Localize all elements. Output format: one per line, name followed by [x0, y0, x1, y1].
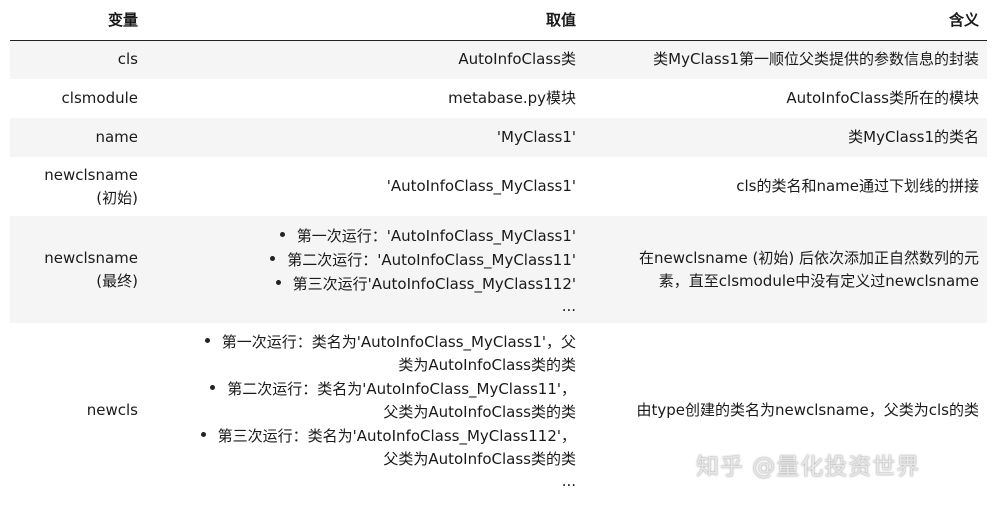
table-row: newclsname (初始) 'AutoInfoClass_MyClass1'…: [10, 157, 987, 216]
cell-value: 'MyClass1': [146, 118, 584, 157]
cell-value: 'AutoInfoClass_MyClass1': [386, 177, 576, 195]
ellipsis: ...: [561, 471, 576, 490]
list-item: 第二次运行：类名为'AutoInfoClass_MyClass11'，: [154, 377, 576, 401]
cell-meaning: cls的类名和name通过下划线的拼接: [736, 177, 979, 195]
bullet-icon: [200, 431, 206, 437]
header-var: 变量: [10, 0, 146, 41]
header-value: 取值: [146, 0, 584, 41]
cell-value: metabase.py模块: [448, 89, 576, 107]
table-row: cls AutoInfoClass类 类MyClass1第一顺位父类提供的参数信…: [10, 40, 987, 79]
var-line: (最终): [96, 271, 138, 290]
var-line: newclsname: [44, 248, 138, 267]
list-item: 第二次运行：'AutoInfoClass_MyClass11': [154, 248, 576, 272]
var-line: (初始): [96, 188, 138, 207]
list-item: 第一次运行：'AutoInfoClass_MyClass1': [154, 224, 576, 248]
cell-meaning: 类MyClass1第一顺位父类提供的参数信息的封装: [584, 40, 987, 79]
var-line: newclsname: [44, 165, 138, 184]
table-row: name 'MyClass1' 类MyClass1的类名: [10, 118, 987, 157]
cell-var: cls: [10, 40, 146, 79]
meaning-line: 在newclsname (初始) 后依次添加正自然数列的元: [638, 248, 979, 267]
table-header: 变量 取值 含义: [10, 0, 987, 41]
list-item-continuation: 类为AutoInfoClass类的类: [398, 355, 576, 374]
bullet-icon: [204, 337, 210, 343]
meaning-line: 素，直至clsmodule中没有定义过newclsname: [658, 271, 979, 290]
table-row: newclsname (最终) 第一次运行：'AutoInfoClass_MyC…: [10, 216, 987, 323]
cell-value: 第一次运行：'AutoInfoClass_MyClass1' 第二次运行：'Au…: [146, 216, 584, 323]
bullet-list: 第一次运行：类名为'AutoInfoClass_MyClass1'，父 类为Au…: [154, 330, 576, 471]
bullet-icon: [270, 255, 276, 261]
cell-var: newclsname (最终): [10, 216, 146, 323]
table-row: clsmodule metabase.py模块 AutoInfoClass类所在…: [10, 79, 987, 118]
cell-meaning: AutoInfoClass类所在的模块: [786, 89, 979, 107]
variables-table: 变量 取值 含义 cls AutoInfoClass类 类MyClass1第一顺…: [10, 0, 987, 497]
list-item-continuation: 父类为AutoInfoClass类的类: [383, 449, 576, 468]
list-item: 第三次运行'AutoInfoClass_MyClass112': [154, 272, 576, 296]
bullet-icon: [275, 279, 281, 285]
cell-var: newclsname (初始): [10, 157, 146, 216]
cell-value: 第一次运行：类名为'AutoInfoClass_MyClass1'，父 类为Au…: [146, 323, 584, 497]
header-meaning: 含义: [584, 0, 987, 41]
bullet-icon: [279, 231, 285, 237]
list-item-continuation: 父类为AutoInfoClass类的类: [383, 402, 576, 421]
list-item: 第三次运行：类名为'AutoInfoClass_MyClass112'，: [154, 424, 576, 448]
cell-var: newcls: [86, 400, 138, 419]
cell-var: name: [10, 118, 146, 157]
cell-var: clsmodule: [61, 89, 138, 107]
cell-meaning: 在newclsname (初始) 后依次添加正自然数列的元 素，直至clsmod…: [584, 216, 987, 323]
cell-value: AutoInfoClass类: [146, 40, 584, 79]
watermark: 知乎 @量化投资世界: [696, 454, 921, 480]
list-item: 第一次运行：类名为'AutoInfoClass_MyClass1'，父: [154, 330, 576, 354]
ellipsis: ...: [561, 296, 576, 315]
bullet-list: 第一次运行：'AutoInfoClass_MyClass1' 第二次运行：'Au…: [154, 224, 576, 296]
cell-meaning: 类MyClass1的类名: [584, 118, 987, 157]
bullet-icon: [210, 384, 216, 390]
